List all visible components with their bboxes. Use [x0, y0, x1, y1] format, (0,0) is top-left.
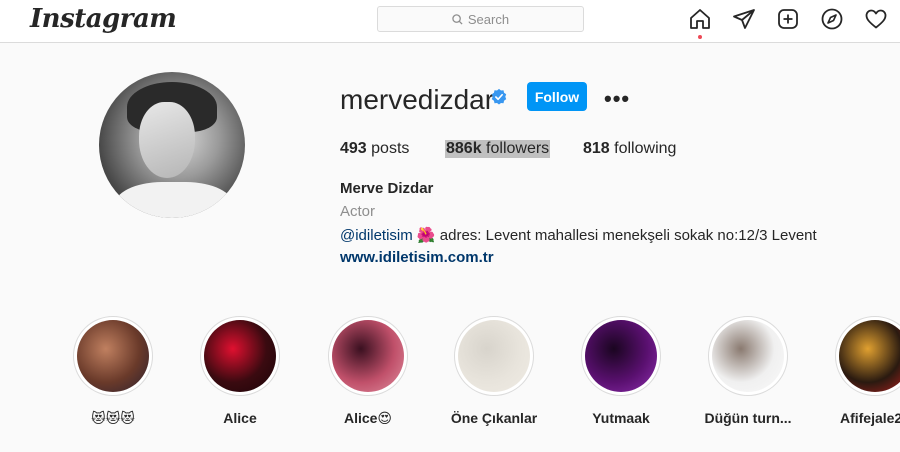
profile-avatar[interactable]: [99, 72, 245, 218]
posts-label: posts: [371, 140, 410, 157]
highlight-cover-image: [712, 320, 784, 392]
verified-badge-icon: [491, 88, 507, 105]
highlight-label: Düğün turn...: [704, 410, 792, 426]
highlight-ring: [835, 316, 900, 396]
highlight-cover-image: [458, 320, 530, 392]
highlight-cover-image: [332, 320, 404, 392]
bio-text: adres: Levent mahallesi menekşeli sokak …: [439, 227, 817, 244]
highlight-cover-image: [204, 320, 276, 392]
highlight-label: Alice😍: [343, 410, 393, 426]
followers-stat[interactable]: 886k followers: [445, 140, 551, 158]
highlight-label: Öne Çıkanlar: [450, 410, 538, 426]
highlight-cover-image: [585, 320, 657, 392]
flower-emoji: 🌺: [416, 227, 436, 244]
highlight-ring: [581, 316, 661, 396]
avatar-face: [139, 102, 195, 178]
following-label: following: [614, 140, 677, 157]
top-navigation-bar: Instagram Search: [0, 0, 900, 43]
follow-button[interactable]: Follow: [527, 82, 587, 111]
following-stat[interactable]: 818 following: [583, 140, 676, 158]
more-options-icon[interactable]: •••: [604, 86, 630, 112]
story-highlight[interactable]: Yutmaak: [581, 316, 661, 426]
following-count: 818: [583, 140, 610, 157]
activity-icon[interactable]: [864, 7, 888, 31]
search-placeholder: Search: [467, 11, 510, 27]
highlight-ring: [328, 316, 408, 396]
avatar-shirt: [114, 182, 234, 218]
highlight-label: Alice: [223, 410, 257, 426]
profile-username: mervedizdar: [340, 84, 495, 115]
highlight-cover-image: [77, 320, 149, 392]
search-input[interactable]: Search: [377, 6, 584, 32]
story-highlight[interactable]: Öne Çıkanlar: [451, 316, 537, 426]
home-icon[interactable]: [688, 7, 712, 39]
new-post-icon[interactable]: [776, 7, 800, 31]
story-highlight[interactable]: 😻😻😻: [73, 316, 153, 427]
story-highlight[interactable]: Düğün turn...: [704, 316, 792, 426]
story-highlight[interactable]: Alice😍: [328, 316, 408, 427]
profile-category: Actor: [340, 203, 376, 220]
highlight-cover-image: [839, 320, 900, 392]
story-highlight[interactable]: Alice: [200, 316, 280, 426]
bio-mention-link[interactable]: @idiletisim: [340, 227, 413, 244]
direct-icon[interactable]: [732, 7, 756, 31]
highlight-ring: [200, 316, 280, 396]
highlight-label: 😻😻😻: [91, 410, 135, 426]
highlight-ring: [708, 316, 788, 396]
highlight-label: Yutmaak: [592, 410, 650, 426]
explore-icon[interactable]: [820, 7, 844, 31]
followers-count: 886k: [446, 140, 482, 157]
story-highlight[interactable]: Afifejale20: [835, 316, 900, 426]
posts-stat[interactable]: 493 posts: [340, 140, 409, 158]
highlight-ring: [454, 316, 534, 396]
followers-label: followers: [486, 140, 550, 157]
posts-count: 493: [340, 140, 367, 157]
highlight-label: Afifejale20: [839, 410, 900, 426]
instagram-logo[interactable]: Instagram: [30, 4, 177, 34]
highlight-ring: [73, 316, 153, 396]
notification-dot: [698, 35, 702, 39]
profile-bio: @idiletisim 🌺 adres: Levent mahallesi me…: [340, 226, 817, 244]
profile-website-link[interactable]: www.idiletisim.com.tr: [340, 249, 494, 266]
search-icon: [452, 13, 463, 25]
profile-full-name: Merve Dizdar: [340, 180, 434, 197]
